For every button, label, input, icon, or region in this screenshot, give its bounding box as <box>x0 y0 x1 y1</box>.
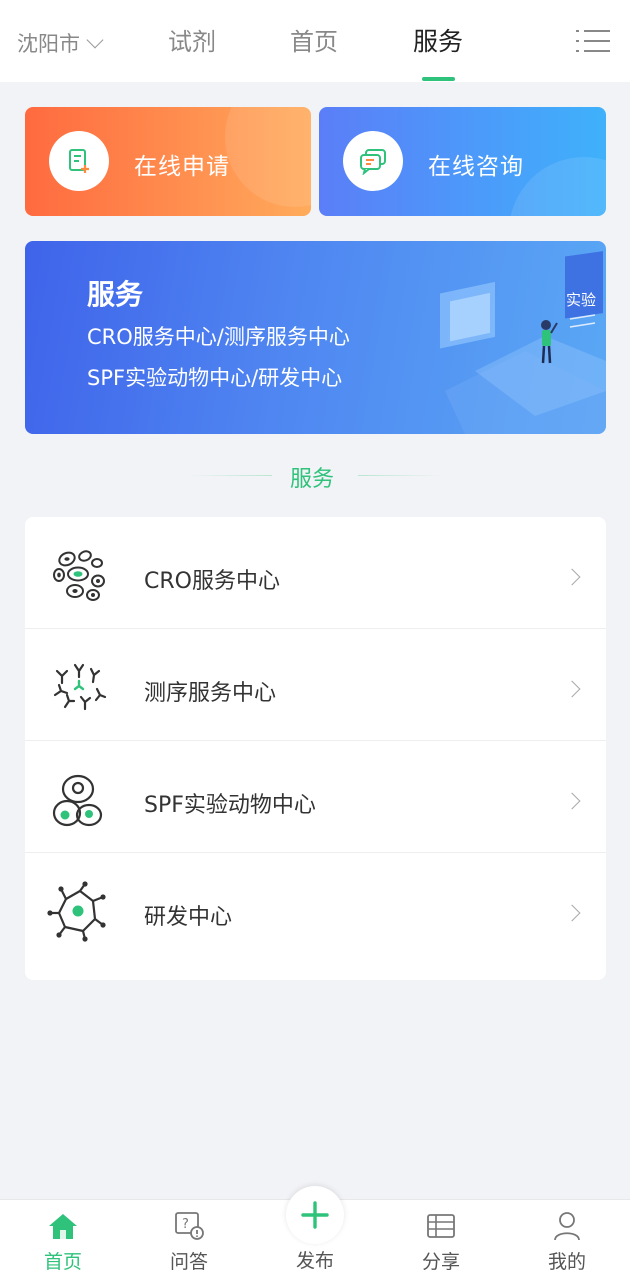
chevron-right-icon <box>563 568 581 586</box>
chevron-right-icon <box>563 680 581 698</box>
banner-title: 服务 <box>87 278 144 311</box>
list-item-sequencing[interactable]: 测序服务中心 <box>25 629 606 741</box>
nav-label: 我的 <box>547 1251 586 1273</box>
publish-button[interactable] <box>286 1186 344 1244</box>
top-header: 沈阳市 试剂 首页 服务 <box>0 0 630 82</box>
chevron-right-icon <box>563 904 581 922</box>
chat-icon <box>343 131 403 191</box>
svg-text:?: ? <box>182 1217 189 1232</box>
share-icon <box>427 1214 455 1238</box>
tab-home[interactable]: 首页 <box>290 22 338 57</box>
antibody-icon <box>53 663 107 711</box>
nav-publish-label[interactable]: 发布 <box>270 1246 360 1273</box>
list-item-label: SPF实验动物中心 <box>144 793 316 818</box>
service-list: CRO服务中心 测序服务中心 SPF实验动物中心 研发中心 <box>25 517 606 980</box>
apply-form-icon <box>49 131 109 191</box>
nav-profile[interactable]: 我的 <box>522 1200 612 1280</box>
banner-line-2: SPF实验动物中心/研发中心 <box>87 366 343 390</box>
city-label: 沈阳市 <box>17 32 80 56</box>
section-header: 服务 <box>0 458 630 494</box>
cells-icon <box>53 550 105 601</box>
chevron-down-icon <box>86 31 104 48</box>
nav-share[interactable]: 分享 <box>396 1200 486 1280</box>
nav-label: 首页 <box>43 1251 82 1273</box>
online-consult-label: 在线咨询 <box>428 154 524 180</box>
divider-left <box>188 475 272 476</box>
list-item-rnd[interactable]: 研发中心 <box>25 853 606 965</box>
list-item-label: 研发中心 <box>144 905 233 930</box>
list-item-spf[interactable]: SPF实验动物中心 <box>25 741 606 853</box>
profile-icon <box>554 1212 580 1241</box>
nav-label: 分享 <box>421 1251 460 1273</box>
list-item-label: 测序服务中心 <box>144 681 277 706</box>
city-selector[interactable]: 沈阳市 <box>17 28 104 58</box>
plus-icon <box>301 1201 329 1229</box>
network-node-icon <box>47 881 106 942</box>
home-icon <box>49 1214 77 1239</box>
divider-right <box>358 475 442 476</box>
list-menu-icon[interactable] <box>576 27 610 55</box>
services-banner[interactable]: 服务 CRO服务中心/测序服务中心 SPF实验动物中心/研发中心 实验 <box>25 241 606 434</box>
banner-line-1: CRO服务中心/测序服务中心 <box>87 325 350 349</box>
nav-label: 问答 <box>169 1251 208 1273</box>
banner-sign-text: 实验 <box>566 291 596 309</box>
list-item-label: CRO服务中心 <box>144 569 280 594</box>
nav-home[interactable]: 首页 <box>18 1200 108 1280</box>
tab-services[interactable]: 服务 <box>413 22 463 58</box>
cell-culture-icon <box>52 774 103 827</box>
active-tab-indicator <box>422 77 455 81</box>
tab-reagents[interactable]: 试剂 <box>168 22 216 57</box>
online-consult-card[interactable]: 在线咨询 <box>319 107 606 216</box>
nav-qa[interactable]: ? 问答 <box>144 1200 234 1280</box>
qa-icon: ? <box>175 1212 204 1240</box>
chevron-right-icon <box>563 792 581 810</box>
list-item-cro[interactable]: CRO服务中心 <box>25 517 606 629</box>
online-apply-label: 在线申请 <box>134 154 230 180</box>
online-apply-card[interactable]: 在线申请 <box>25 107 311 216</box>
section-title: 服务 <box>290 467 335 492</box>
lab-illustration: 实验 <box>440 251 606 434</box>
